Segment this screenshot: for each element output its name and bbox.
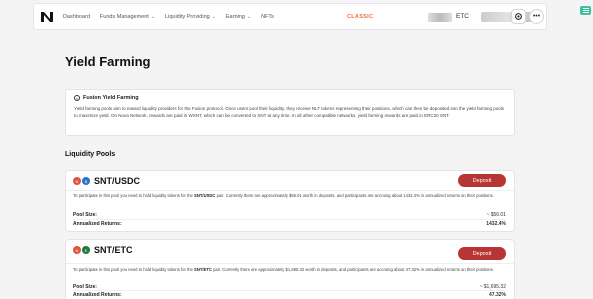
pool-name: SNT/USDC [94, 176, 141, 186]
section-title: Liquidity Pools [65, 151, 116, 158]
snt-coin-icon: N [73, 246, 81, 254]
returns-value: 47.32% [489, 292, 506, 298]
pool-description: To participate in this pool you need to … [73, 267, 494, 272]
returns-value: 1432.4% [486, 221, 506, 227]
info-icon: i [74, 95, 80, 101]
returns-row: Annualized Returns: 47.32% [73, 292, 506, 298]
deposit-button[interactable]: Deposit [458, 247, 506, 260]
divider [66, 190, 514, 191]
settings-button[interactable] [511, 9, 526, 24]
info-title: Fusion Yield Farming [83, 95, 139, 101]
etc-coin-icon: E [82, 246, 90, 254]
nav-funds-management[interactable]: Funds Management ⌄ [100, 14, 155, 20]
pool-card: N E SNT/ETC Deposit To participate in th… [65, 239, 515, 299]
chevron-down-icon: ⌄ [211, 13, 216, 20]
gear-icon [515, 13, 522, 20]
returns-row: Annualized Returns: 1432.4% [73, 221, 506, 227]
divider [73, 219, 506, 220]
deposit-button[interactable]: Deposit [458, 174, 506, 187]
pool-size-row: Pool Size: ~ $56.01 [73, 212, 506, 218]
chevron-down-icon: ⌄ [246, 13, 252, 20]
sidebar-toggle-icon[interactable] [580, 6, 591, 15]
classic-mode-toggle[interactable]: CLASSIC [347, 14, 373, 20]
usdc-coin-icon: $ [82, 177, 90, 185]
nav-earning[interactable]: Earning ⌄ [226, 14, 251, 20]
pool-description: To participate in this pool you need to … [73, 193, 494, 198]
page-title: Yield Farming [65, 54, 151, 69]
token-symbol: ETC [456, 13, 469, 20]
nav-dashboard[interactable]: Dashboard [63, 14, 90, 20]
nav-nfts[interactable]: NFTs [261, 14, 274, 20]
pool-size-value: ~ $56.01 [486, 212, 506, 218]
info-card: i Fusion Yield Farming Yield farming poo… [65, 89, 515, 136]
divider [73, 290, 506, 291]
info-body: Yield farming pools aim to reward liquid… [74, 106, 505, 118]
pool-card: N $ SNT/USDC Deposit To participate in t… [65, 170, 515, 232]
balance-redacted [428, 13, 452, 22]
top-navbar: Dashboard Funds Management ⌄ Liquidity Pr… [33, 3, 547, 30]
chevron-down-icon: ⌄ [150, 13, 156, 20]
more-icon: ••• [532, 13, 541, 20]
pool-size-label: Pool Size: [73, 212, 97, 218]
divider [66, 263, 514, 264]
nav-liquidity-providing[interactable]: Liquidity Providing ⌄ [165, 14, 216, 20]
snt-coin-icon: N [73, 177, 81, 185]
returns-label: Annualized Returns: [73, 292, 122, 298]
pool-name: SNT/ETC [94, 245, 133, 255]
returns-label: Annualized Returns: [73, 221, 122, 227]
logo-icon[interactable] [40, 11, 54, 23]
more-menu-button[interactable]: ••• [529, 9, 544, 24]
